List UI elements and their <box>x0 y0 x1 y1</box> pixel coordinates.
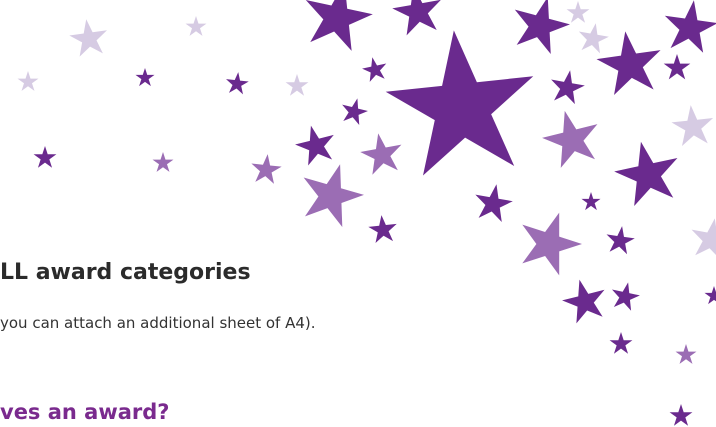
star-icon <box>566 1 590 23</box>
star-icon <box>224 70 250 95</box>
star-icon <box>547 67 587 106</box>
star-icon <box>575 20 611 55</box>
star-icon <box>506 0 576 57</box>
star-icon <box>581 192 601 211</box>
star-icon <box>338 95 371 127</box>
star-icon <box>291 120 340 168</box>
star-icon <box>608 279 643 312</box>
star-icon <box>609 332 633 354</box>
star-icon <box>604 224 637 256</box>
star-icon <box>389 0 447 38</box>
section-heading-question: ves an award? <box>0 400 170 424</box>
star-icon <box>297 0 378 54</box>
star-icon <box>67 16 111 58</box>
body-text: you can attach an additional sheet of A4… <box>0 314 316 332</box>
star-icon <box>185 16 207 36</box>
star-icon <box>293 155 371 231</box>
star-icon <box>660 0 716 55</box>
star-icon <box>510 202 590 280</box>
star-icon <box>249 152 283 185</box>
star-icon <box>285 74 309 96</box>
star-icon <box>558 274 611 326</box>
star-confetti-decoration <box>17 0 716 426</box>
star-icon <box>471 181 516 224</box>
star-icon <box>367 213 399 244</box>
star-icon <box>704 286 716 305</box>
star-icon <box>135 68 155 87</box>
star-icon <box>17 71 39 91</box>
star-icon <box>687 214 716 262</box>
star-icon <box>357 129 406 177</box>
star-icon <box>669 102 716 147</box>
star-icon <box>537 103 606 171</box>
star-icon <box>609 135 686 209</box>
star-icon <box>669 404 693 426</box>
star-icon <box>152 152 174 172</box>
section-heading: LL award categories <box>0 260 251 285</box>
star-icon <box>675 344 697 364</box>
star-icon <box>663 54 691 80</box>
star-icon <box>360 54 390 83</box>
star-icon <box>380 22 543 179</box>
star-icon <box>33 146 57 168</box>
